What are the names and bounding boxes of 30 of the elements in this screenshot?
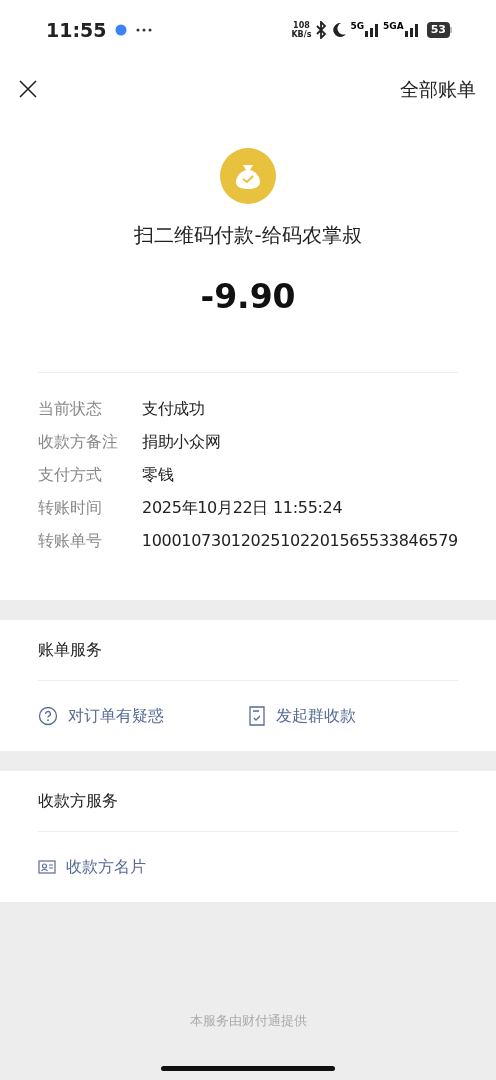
moon-icon <box>331 22 348 38</box>
detail-label: 当前状态 <box>38 398 103 420</box>
section-title: 收款方服务 <box>38 789 119 812</box>
receipt-icon <box>248 705 266 726</box>
detail-label: 支付方式 <box>38 464 103 486</box>
service-link[interactable]: 对订单有疑惑 <box>38 703 248 728</box>
section-title: 账单服务 <box>38 638 103 661</box>
help-icon <box>38 705 58 726</box>
footer-text: 本服务由财付通提供 <box>188 1012 308 1030</box>
detail-label: 转账时间 <box>38 497 103 519</box>
service-link[interactable]: 发起群收款 <box>248 703 458 728</box>
bluetooth-icon <box>314 21 329 39</box>
detail-value: 2025年10月22日 11:55:24 <box>142 497 343 519</box>
detail-value: 零钱 <box>142 464 174 486</box>
battery-icon: 53 <box>426 22 452 38</box>
contact-card-icon <box>38 858 56 875</box>
detail-value: 捐助小众网 <box>142 431 221 453</box>
detail-value: 支付成功 <box>142 398 205 420</box>
planet-icon <box>114 23 129 37</box>
status-time: 11:55 <box>46 17 107 43</box>
payment-amount: -9.90 <box>200 276 296 318</box>
money-bag-icon <box>220 148 276 204</box>
all-bills-link[interactable]: 全部账单 <box>400 74 482 104</box>
detail-label: 转账单号 <box>38 530 103 552</box>
network-speed: 108 KB/s <box>291 21 312 39</box>
detail-label: 收款方备注 <box>38 431 119 453</box>
service-link[interactable]: 收款方名片 <box>38 854 260 879</box>
payment-title: 扫二维码付款-给码农掌叔 <box>134 222 362 249</box>
more-icon <box>136 28 153 32</box>
detail-value: 10001073012025102201565533846579 <box>141 530 458 552</box>
